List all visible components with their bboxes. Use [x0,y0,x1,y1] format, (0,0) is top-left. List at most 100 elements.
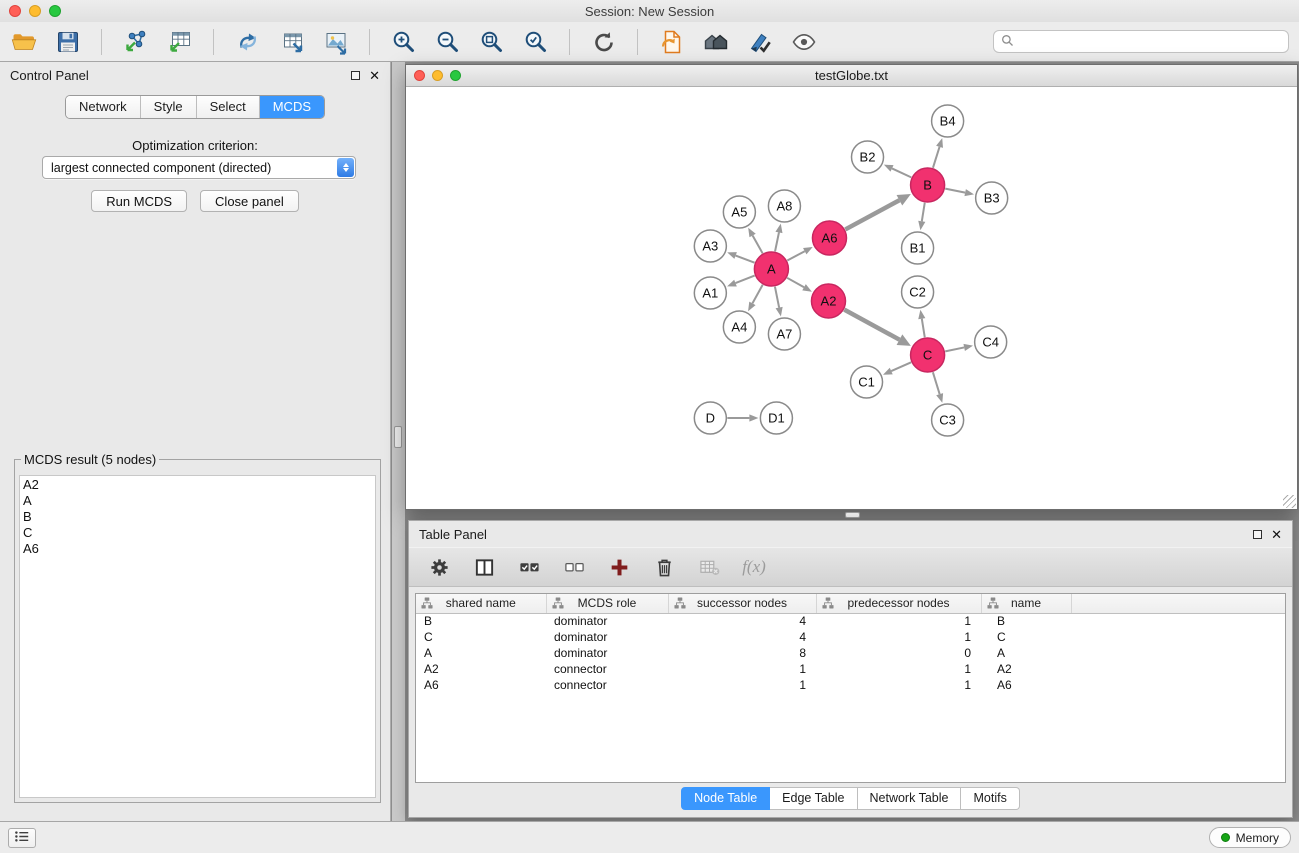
node-table-grid[interactable]: shared nameMCDS rolesuccessor nodesprede… [416,594,1285,693]
memory-button[interactable]: Memory [1209,827,1291,848]
network-edge-A2-C[interactable] [844,310,899,340]
tab-mcds[interactable]: MCDS [259,96,324,118]
deselect-all-columns-button[interactable] [562,555,586,579]
close-panel-button[interactable]: Close panel [200,190,299,212]
zoom-window-button[interactable] [49,5,61,17]
network-canvas[interactable]: B4B2BB3A5A8A6A3B1AA1C2A2A4A7C4CC1C3DD1 [406,87,1297,509]
tab-node-table[interactable]: Node Table [681,787,770,810]
task-history-button[interactable] [8,828,36,848]
network-node-A7[interactable]: A7 [768,318,800,350]
network-zoom-button[interactable] [450,70,461,81]
column-chooser-button[interactable] [472,555,496,579]
network-edge-C-C4[interactable] [945,347,964,351]
network-node-B[interactable]: B [911,168,945,202]
mcds-result-item[interactable]: C [23,525,372,541]
column-header-shared-name[interactable]: shared name [416,594,546,613]
network-node-A4[interactable]: A4 [723,311,755,343]
table-row[interactable]: A2connector11A2 [416,661,1285,677]
network-node-A[interactable]: A [754,252,788,286]
table-panel-close-button[interactable]: ✕ [1271,528,1282,541]
tab-style[interactable]: Style [140,96,196,118]
control-panel-close-button[interactable]: ✕ [369,69,380,82]
network-node-C[interactable]: C [911,338,945,372]
control-panel-float-button[interactable] [351,71,360,80]
table-row[interactable]: A6connector11A6 [416,677,1285,693]
network-node-A3[interactable]: A3 [694,230,726,262]
refresh-layout-button[interactable] [590,28,617,55]
import-table-from-file-button[interactable] [166,28,193,55]
vertical-splitter[interactable] [392,62,405,821]
add-row-button[interactable] [607,555,631,579]
export-table-button[interactable] [278,28,305,55]
network-edge-C-C3[interactable] [933,372,940,394]
network-node-A6[interactable]: A6 [812,221,846,255]
search-input[interactable] [1019,35,1281,49]
zoom-out-button[interactable] [434,28,461,55]
mcds-result-item[interactable]: A [23,493,372,509]
column-header-predecessor-nodes[interactable]: predecessor nodes [816,594,981,613]
network-node-B4[interactable]: B4 [932,105,964,137]
table-row[interactable]: Bdominator41B [416,613,1285,629]
network-node-C3[interactable]: C3 [932,404,964,436]
delete-row-button[interactable] [652,555,676,579]
table-panel-float-button[interactable] [1253,530,1262,539]
save-session-button[interactable] [54,28,81,55]
mcds-result-list[interactable]: A2ABCA6 [19,475,376,798]
close-window-button[interactable] [9,5,21,17]
network-edge-B-B2[interactable] [892,168,911,177]
network-node-D[interactable]: D [694,402,726,434]
mcds-result-item[interactable]: A6 [23,541,372,557]
open-recent-session-button[interactable] [658,28,685,55]
horizontal-splitter[interactable] [392,510,1299,520]
search-box[interactable] [993,30,1289,53]
vertical-splitter-grip[interactable] [394,426,402,448]
apply-style-button[interactable] [746,28,773,55]
settings-gear-button[interactable] [427,555,451,579]
select-all-columns-button[interactable] [517,555,541,579]
zoom-fit-button[interactable] [478,28,505,55]
tab-network[interactable]: Network [66,96,140,118]
import-network-from-file-button[interactable] [122,28,149,55]
zoom-in-button[interactable] [390,28,417,55]
network-edge-A-A7[interactable] [775,287,779,308]
run-mcds-button[interactable]: Run MCDS [91,190,187,212]
network-node-A5[interactable]: A5 [723,196,755,228]
network-window-titlebar[interactable]: testGlobe.txt [406,65,1297,87]
network-edge-C-C2[interactable] [922,319,925,338]
network-edge-A-A8[interactable] [775,232,779,251]
network-node-D1[interactable]: D1 [760,402,792,434]
network-edge-A-A4[interactable] [752,285,762,304]
network-graph[interactable]: B4B2BB3A5A8A6A3B1AA1C2A2A4A7C4CC1C3DD1 [406,87,1297,509]
minimize-window-button[interactable] [29,5,41,17]
network-edge-A6-B[interactable] [845,200,899,229]
network-edge-B-B1[interactable] [922,203,925,222]
network-node-A8[interactable]: A8 [768,190,800,222]
mcds-result-item[interactable]: B [23,509,372,525]
network-node-A2[interactable]: A2 [811,284,845,318]
network-manager-button[interactable] [702,28,729,55]
tab-select[interactable]: Select [196,96,259,118]
network-edge-A-A5[interactable] [753,236,763,254]
network-node-B3[interactable]: B3 [976,182,1008,214]
network-edge-A-A3[interactable] [736,256,755,263]
table-row[interactable]: Adominator80A [416,645,1285,661]
zoom-selected-button[interactable] [522,28,549,55]
show-hide-results-button[interactable] [790,28,817,55]
export-network-button[interactable] [234,28,261,55]
node-table[interactable]: shared nameMCDS rolesuccessor nodesprede… [415,593,1286,783]
tab-edge-table[interactable]: Edge Table [770,787,857,810]
column-header-successor-nodes[interactable]: successor nodes [668,594,816,613]
network-edge-A-A2[interactable] [787,278,804,287]
horizontal-splitter-grip[interactable] [845,512,860,518]
network-edge-B-B3[interactable] [945,189,965,193]
tab-motifs[interactable]: Motifs [961,787,1019,810]
network-close-button[interactable] [414,70,425,81]
network-node-C4[interactable]: C4 [975,326,1007,358]
mcds-result-item[interactable]: A2 [23,477,372,493]
export-image-button[interactable] [322,28,349,55]
network-edge-A-A1[interactable] [735,276,754,284]
table-row[interactable]: Cdominator41C [416,629,1285,645]
network-edge-B-B4[interactable] [933,147,940,168]
column-header-mcds-role[interactable]: MCDS role [546,594,668,613]
network-minimize-button[interactable] [432,70,443,81]
